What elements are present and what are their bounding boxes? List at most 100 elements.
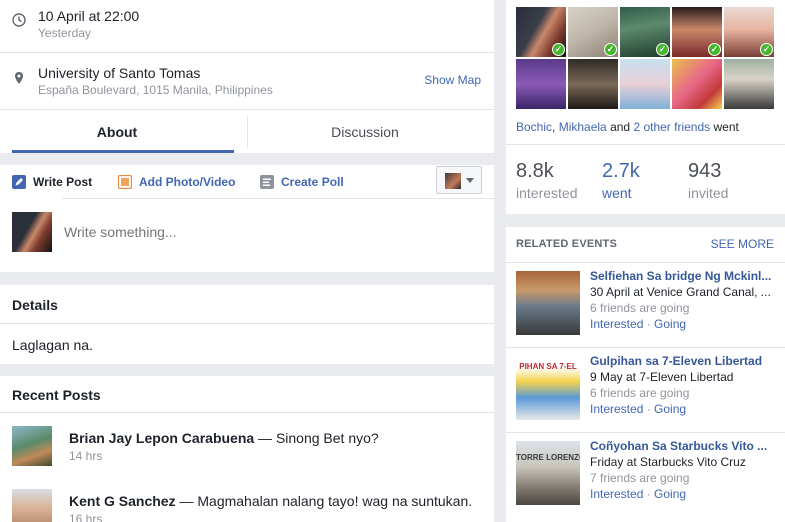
location-name[interactable]: University of Santo Tomas — [38, 65, 200, 81]
add-photo-video-label: Add Photo/Video — [139, 175, 236, 189]
text-separator: , — [552, 120, 559, 134]
tab-discussion[interactable]: Discussion — [248, 124, 482, 140]
stat-label: invited — [688, 185, 729, 201]
friends-went-text: Bochic, Mikhaela and 2 other friends wen… — [516, 120, 739, 134]
event-thumbnail[interactable]: TORRE LORENZO — [516, 441, 580, 505]
recent-posts-card: Recent Posts Brian Jay Lepon Carabuena —… — [0, 376, 494, 522]
event-friends-going: 7 friends are going — [590, 471, 690, 485]
event-date: 9 May at 7-Eleven Libertad — [590, 370, 734, 384]
stat-number: 2.7k — [602, 160, 640, 182]
poll-icon — [260, 175, 274, 189]
checkmark-icon: ✓ — [604, 43, 617, 56]
post-author[interactable]: Brian Jay Lepon Carabuena — [69, 430, 254, 446]
related-events-title: RELATED EVENTS — [516, 238, 617, 250]
related-events-card: RELATED EVENTS SEE MORE Selfiehan Sa bri… — [506, 227, 785, 522]
photo-icon — [118, 175, 132, 189]
stat-label: went — [602, 185, 632, 201]
dot-separator: · — [643, 487, 655, 501]
avatar[interactable] — [12, 426, 52, 466]
post-text: — Sinong Bet nyo? — [254, 430, 379, 446]
event-time-relative: Yesterday — [38, 26, 91, 40]
text-went: went — [710, 120, 739, 134]
post-composer: Write Post Add Photo/Video Create Poll — [0, 165, 494, 272]
details-card: Details Laglagan na. — [0, 285, 494, 364]
friend-photo[interactable] — [724, 59, 774, 109]
friend-photo[interactable] — [516, 59, 566, 109]
related-event-item[interactable]: PIHAN SA 7-EL Gulpihan sa 7-Eleven Liber… — [506, 347, 785, 432]
related-event-item[interactable]: TORRE LORENZO Coñyohan Sa Starbucks Vito… — [506, 432, 785, 517]
event-date: 30 April at Venice Grand Canal, ... — [590, 285, 771, 299]
friend-link[interactable]: Mikhaela — [559, 120, 607, 134]
friend-photo[interactable] — [620, 59, 670, 109]
post-author[interactable]: Kent G Sanchez — [69, 493, 176, 509]
event-info-card: 10 April at 22:00 Yesterday University o… — [0, 0, 494, 153]
stat-interested[interactable]: 8.8k interested — [516, 160, 577, 201]
dot-separator: · — [643, 317, 655, 331]
going-button[interactable]: Going — [654, 402, 686, 416]
thumbnail-text: PIHAN SA 7-EL — [519, 362, 577, 371]
related-event-item[interactable]: Selfiehan Sa bridge Ng Mckinl... 30 Apri… — [506, 262, 785, 347]
going-button[interactable]: Going — [654, 317, 686, 331]
divider — [0, 52, 494, 53]
thumbnail-text: TORRE LORENZO — [516, 453, 580, 462]
avatar — [12, 212, 52, 252]
write-post-label: Write Post — [33, 175, 93, 189]
see-more-link[interactable]: SEE MORE — [711, 237, 774, 251]
event-title[interactable]: Selfiehan Sa bridge Ng Mckinl... — [590, 269, 775, 283]
post-line: Brian Jay Lepon Carabuena — Sinong Bet n… — [69, 430, 379, 446]
event-actions: Interested · Going — [590, 487, 686, 501]
checkmark-icon: ✓ — [760, 43, 773, 56]
create-poll-button[interactable]: Create Poll — [260, 175, 344, 189]
other-friends-link[interactable]: 2 other friends — [633, 120, 710, 134]
stat-number: 8.8k — [516, 160, 554, 182]
post-line: Kent G Sanchez — Magmahalan nalang tayo!… — [69, 493, 472, 509]
location-pin-icon — [15, 72, 23, 84]
add-photo-video-button[interactable]: Add Photo/Video — [118, 175, 235, 189]
post-time[interactable]: 14 hrs — [69, 449, 102, 463]
avatar[interactable] — [12, 489, 52, 522]
event-time: 10 April at 22:00 — [38, 8, 140, 24]
details-text: Laglagan na. — [12, 337, 93, 353]
recent-posts-title: Recent Posts — [12, 387, 101, 403]
details-title: Details — [12, 297, 58, 313]
divider — [506, 144, 785, 145]
going-button[interactable]: Going — [654, 487, 686, 501]
checkmark-icon: ✓ — [552, 43, 565, 56]
event-thumbnail[interactable]: PIHAN SA 7-EL — [516, 356, 580, 420]
event-thumbnail[interactable] — [516, 271, 580, 335]
event-friends-going: 6 friends are going — [590, 386, 690, 400]
event-title[interactable]: Gulpihan sa 7-Eleven Libertad — [590, 354, 775, 368]
checkmark-icon: ✓ — [656, 43, 669, 56]
divider — [0, 412, 494, 413]
event-date: Friday at Starbucks Vito Cruz — [590, 455, 746, 469]
post-as-selector[interactable] — [436, 166, 482, 194]
stat-went[interactable]: 2.7k went — [602, 160, 640, 201]
event-title[interactable]: Coñyohan Sa Starbucks Vito ... — [590, 439, 775, 453]
active-tab-indicator — [12, 150, 234, 153]
friend-photo[interactable] — [672, 59, 722, 109]
post-time[interactable]: 16 hrs — [69, 512, 102, 522]
event-actions: Interested · Going — [590, 402, 686, 416]
interested-button[interactable]: Interested — [590, 487, 643, 501]
pencil-icon — [12, 175, 26, 189]
create-poll-label: Create Poll — [281, 175, 344, 189]
friend-link[interactable]: Bochic — [516, 120, 552, 134]
write-something-input[interactable] — [64, 224, 464, 240]
friend-photo[interactable] — [568, 59, 618, 109]
divider — [0, 109, 494, 110]
interested-button[interactable]: Interested — [590, 317, 643, 331]
event-actions: Interested · Going — [590, 317, 686, 331]
page-avatar — [445, 173, 461, 189]
chevron-down-icon — [466, 178, 474, 183]
divider — [0, 323, 494, 324]
location-address: España Boulevard, 1015 Manila, Philippin… — [38, 83, 273, 97]
checkmark-icon: ✓ — [708, 43, 721, 56]
stat-number: 943 — [688, 160, 722, 182]
stat-invited[interactable]: 943 invited — [688, 160, 728, 201]
interested-button[interactable]: Interested — [590, 402, 643, 416]
write-post-button[interactable]: Write Post — [12, 175, 92, 189]
tab-about[interactable]: About — [0, 124, 234, 140]
friends-going-card: ✓ ✓ ✓ ✓ ✓ Bochic, Mikhaela and 2 other f… — [506, 0, 785, 214]
show-map-link[interactable]: Show Map — [424, 73, 481, 87]
post-text: — Magmahalan nalang tayo! wag na suntuka… — [175, 493, 473, 509]
